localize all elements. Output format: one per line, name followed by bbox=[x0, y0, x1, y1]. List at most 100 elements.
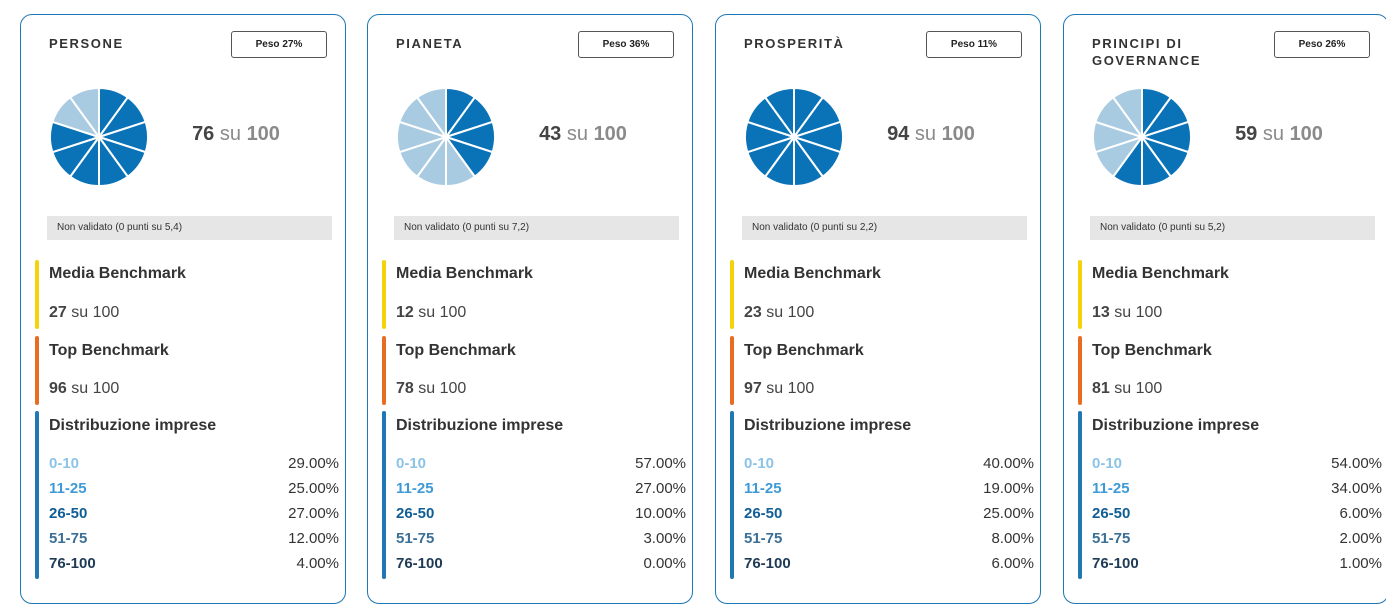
top-benchmark-title: Top Benchmark bbox=[1092, 342, 1212, 359]
distribution-row: 51-75 3.00% bbox=[396, 530, 686, 554]
distribution-range: 11-25 bbox=[744, 480, 782, 497]
distribution-row: 11-25 25.00% bbox=[49, 480, 339, 504]
distribution-row: 51-75 2.00% bbox=[1092, 530, 1382, 554]
score-separator: su bbox=[566, 123, 588, 145]
score-number: 43 bbox=[539, 123, 562, 145]
validation-status: Non validato (0 punti su 5,2) bbox=[1090, 216, 1375, 240]
distribution-percent: 25.00% bbox=[288, 480, 339, 497]
distribution-row: 0-10 57.00% bbox=[396, 455, 686, 479]
distribution-range: 51-75 bbox=[744, 530, 783, 547]
distribution-row: 0-10 29.00% bbox=[49, 455, 339, 479]
distribution-percent: 27.00% bbox=[635, 480, 686, 497]
distribution-range: 51-75 bbox=[396, 530, 435, 547]
distribution-row: 26-50 6.00% bbox=[1092, 505, 1382, 529]
distribution-percent: 10.00% bbox=[635, 505, 686, 522]
top-benchmark-suffix: su 100 bbox=[418, 380, 467, 397]
card-title: PERSONE bbox=[49, 36, 124, 51]
distribution-range: 26-50 bbox=[396, 505, 435, 522]
distribution-row: 0-10 54.00% bbox=[1092, 455, 1382, 479]
score-value: 43 su 100 bbox=[508, 123, 658, 146]
score-separator: su bbox=[1262, 123, 1284, 145]
weight-badge: Peso 26% bbox=[1274, 31, 1370, 58]
distribution-bar bbox=[730, 411, 734, 579]
distribution-row: 51-75 12.00% bbox=[49, 530, 339, 554]
media-benchmark-value: 13 su 100 bbox=[1092, 304, 1162, 322]
top-benchmark-bar bbox=[35, 336, 39, 405]
distribution-row: 11-25 19.00% bbox=[744, 480, 1034, 504]
distribution-range: 76-100 bbox=[396, 555, 443, 572]
score-max: 100 bbox=[593, 123, 627, 145]
top-benchmark-score: 78 bbox=[396, 380, 414, 397]
distribution-range: 11-25 bbox=[396, 480, 434, 497]
media-benchmark-score: 23 bbox=[744, 304, 762, 321]
top-benchmark-score: 96 bbox=[49, 380, 67, 397]
distribution-percent: 2.00% bbox=[1339, 530, 1382, 547]
distribution-bar bbox=[382, 411, 386, 579]
score-number: 59 bbox=[1235, 123, 1258, 145]
distribution-percent: 8.00% bbox=[991, 530, 1034, 547]
distribution-row: 76-100 6.00% bbox=[744, 555, 1034, 579]
distribution-row: 11-25 34.00% bbox=[1092, 480, 1382, 504]
distribution-row: 26-50 27.00% bbox=[49, 505, 339, 529]
media-benchmark-title: Media Benchmark bbox=[49, 265, 186, 282]
distribution-percent: 12.00% bbox=[288, 530, 339, 547]
media-benchmark-score: 27 bbox=[49, 304, 67, 321]
distribution-title: Distribuzione imprese bbox=[49, 417, 217, 434]
distribution-title: Distribuzione imprese bbox=[396, 417, 564, 434]
top-benchmark-value: 96 su 100 bbox=[49, 380, 119, 398]
top-benchmark-suffix: su 100 bbox=[71, 380, 120, 397]
media-benchmark-suffix: su 100 bbox=[1114, 304, 1163, 321]
distribution-row: 26-50 10.00% bbox=[396, 505, 686, 529]
distribution-percent: 6.00% bbox=[991, 555, 1034, 572]
distribution-percent: 6.00% bbox=[1339, 505, 1382, 522]
score-max: 100 bbox=[246, 123, 280, 145]
top-benchmark-suffix: su 100 bbox=[766, 380, 815, 397]
media-benchmark-value: 27 su 100 bbox=[49, 304, 119, 322]
weight-badge: Peso 27% bbox=[231, 31, 327, 58]
distribution-range: 11-25 bbox=[1092, 480, 1130, 497]
top-benchmark-suffix: su 100 bbox=[1114, 380, 1163, 397]
top-benchmark-score: 97 bbox=[744, 380, 762, 397]
media-benchmark-bar bbox=[382, 260, 386, 329]
distribution-percent: 54.00% bbox=[1331, 455, 1382, 472]
distribution-percent: 3.00% bbox=[643, 530, 686, 547]
distribution-percent: 57.00% bbox=[635, 455, 686, 472]
distribution-range: 26-50 bbox=[1092, 505, 1131, 522]
media-benchmark-score: 13 bbox=[1092, 304, 1110, 321]
distribution-range: 11-25 bbox=[49, 480, 87, 497]
distribution-range: 26-50 bbox=[49, 505, 88, 522]
media-benchmark-bar bbox=[35, 260, 39, 329]
distribution-range: 0-10 bbox=[744, 455, 775, 472]
validation-status: Non validato (0 punti su 5,4) bbox=[47, 216, 332, 240]
distribution-range: 76-100 bbox=[1092, 555, 1139, 572]
media-benchmark-suffix: su 100 bbox=[766, 304, 815, 321]
media-benchmark-title: Media Benchmark bbox=[744, 265, 881, 282]
score-pie-icon bbox=[396, 87, 496, 187]
score-max: 100 bbox=[941, 123, 975, 145]
validation-status: Non validato (0 punti su 7,2) bbox=[394, 216, 679, 240]
distribution-row: 0-10 40.00% bbox=[744, 455, 1034, 479]
score-card: PROSPERITÀ Peso 11% 94 su 100 Non validato … bbox=[715, 14, 1041, 604]
weight-badge: Peso 11% bbox=[926, 31, 1022, 58]
validation-status: Non validato (0 punti su 2,2) bbox=[742, 216, 1027, 240]
top-benchmark-score: 81 bbox=[1092, 380, 1110, 397]
media-benchmark-suffix: su 100 bbox=[418, 304, 467, 321]
score-pie-icon bbox=[1092, 87, 1192, 187]
distribution-range: 51-75 bbox=[49, 530, 88, 547]
distribution-percent: 4.00% bbox=[296, 555, 339, 572]
score-value: 59 su 100 bbox=[1204, 123, 1354, 146]
distribution-row: 76-100 1.00% bbox=[1092, 555, 1382, 579]
score-pie-icon bbox=[744, 87, 844, 187]
card-title: PIANETA bbox=[396, 36, 464, 51]
score-card: PIANETA Peso 36% 43 su 100 Non validato (0 … bbox=[367, 14, 693, 604]
card-title: PRINCIPI DI GOVERNANCE bbox=[1092, 36, 1202, 68]
distribution-percent: 1.00% bbox=[1339, 555, 1382, 572]
distribution-percent: 40.00% bbox=[983, 455, 1034, 472]
media-benchmark-suffix: su 100 bbox=[71, 304, 120, 321]
distribution-row: 11-25 27.00% bbox=[396, 480, 686, 504]
media-benchmark-value: 12 su 100 bbox=[396, 304, 466, 322]
distribution-range: 51-75 bbox=[1092, 530, 1131, 547]
distribution-percent: 19.00% bbox=[983, 480, 1034, 497]
score-pie-icon bbox=[49, 87, 149, 187]
weight-badge: Peso 36% bbox=[578, 31, 674, 58]
